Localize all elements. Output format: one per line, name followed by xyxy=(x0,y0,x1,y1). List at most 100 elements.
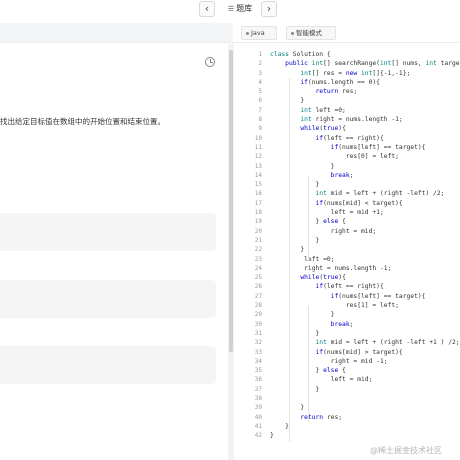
indent-guide xyxy=(289,78,290,442)
list-icon: ☰ xyxy=(227,5,235,13)
language-label: Java xyxy=(251,29,265,37)
problem-description: 找出给定目标值在数组中的开始位置和结束位置。 xyxy=(0,117,165,126)
line-number: 14 xyxy=(254,171,262,179)
line-number: 27 xyxy=(254,292,262,300)
chevron-left-icon[interactable]: ‹ xyxy=(199,1,215,17)
line-number: 33 xyxy=(254,348,262,356)
chevron-right-icon[interactable]: › xyxy=(261,1,277,17)
line-number: 30 xyxy=(254,320,262,328)
problem-bank-button[interactable]: ☰ 题库 xyxy=(222,3,258,15)
language-select[interactable]: Java xyxy=(241,26,277,40)
code-line[interactable]: if(nums[mid] > target){ xyxy=(270,348,460,357)
code-line[interactable]: right = mid; xyxy=(270,227,460,236)
problem-bank-label: 题库 xyxy=(236,4,253,13)
code-line[interactable]: } xyxy=(270,245,460,254)
line-number: 35 xyxy=(254,367,262,375)
line-number: 41 xyxy=(254,422,262,430)
code-line[interactable]: } xyxy=(270,403,460,412)
code-line[interactable]: break; xyxy=(270,320,460,329)
line-number: 2 xyxy=(258,60,262,68)
line-number: 23 xyxy=(254,255,262,263)
line-number: 9 xyxy=(258,125,262,133)
problem-panel xyxy=(0,44,228,460)
line-number: 13 xyxy=(254,162,262,170)
code-line[interactable]: int right = nums.length -1; xyxy=(270,115,460,124)
line-number: 29 xyxy=(254,311,262,319)
code-line[interactable]: int mid = left + (right -left +1 ) /2; xyxy=(270,338,460,347)
code-line[interactable]: class Solution { xyxy=(270,50,460,59)
top-nav: ‹ ☰ 题库 › xyxy=(0,0,460,20)
line-number: 17 xyxy=(254,199,262,207)
line-number: 16 xyxy=(254,190,262,198)
smart-mode-button[interactable]: 智能模式 xyxy=(286,26,336,40)
code-line[interactable]: left = mid +1; xyxy=(270,208,460,217)
code-line[interactable]: } else { xyxy=(270,217,460,226)
indent-guide xyxy=(308,306,309,422)
code-line[interactable]: } xyxy=(270,162,460,171)
code-line[interactable]: int left =0; xyxy=(270,106,460,115)
code-line[interactable]: int[] res = new int[]{-1,-1}; xyxy=(270,69,460,78)
code-line[interactable] xyxy=(270,394,460,403)
code-line[interactable]: if(left == right){ xyxy=(270,134,460,143)
code-line[interactable]: while(true){ xyxy=(270,273,460,282)
code-line[interactable]: } xyxy=(270,96,460,105)
code-editor[interactable]: 1 2 3 4 5 6 7 8 9 10 11 12 13 14 15 16 17 18 19 20 21 22 23 24 2… xyxy=(238,44,460,460)
code-line[interactable]: break; xyxy=(270,171,460,180)
example-block xyxy=(0,280,216,318)
watermark: @稀土掘金技术社区 xyxy=(370,446,442,455)
code-line[interactable]: if(nums[left] == target){ xyxy=(270,143,460,152)
bullet-icon xyxy=(246,31,249,35)
code-line[interactable]: res[0] = left; xyxy=(270,152,460,161)
code-line[interactable]: } xyxy=(270,236,460,245)
line-number: 12 xyxy=(254,153,262,161)
code-line[interactable]: left = mid; xyxy=(270,375,460,384)
line-number: 40 xyxy=(254,413,262,421)
line-number: 22 xyxy=(254,246,262,254)
description-tabs-bar xyxy=(0,23,233,43)
code-line[interactable]: if(nums[left] == target){ xyxy=(270,292,460,301)
line-number: 10 xyxy=(254,134,262,142)
line-number: 25 xyxy=(254,274,262,282)
line-number: 1 xyxy=(258,51,262,58)
code-line[interactable]: int mid = left + (right -left) /2; xyxy=(270,189,460,198)
line-number: 4 xyxy=(258,78,262,86)
code-line[interactable]: while(true){ xyxy=(270,124,460,133)
code-line[interactable]: } xyxy=(270,310,460,319)
smart-mode-label: 智能模式 xyxy=(296,29,322,37)
code-line[interactable]: if(nums[mid] < target){ xyxy=(270,199,460,208)
editor-toolbar: Java 智能模式 xyxy=(233,23,460,43)
line-number: 34 xyxy=(254,357,262,365)
line-number: 15 xyxy=(254,181,262,189)
clock-icon[interactable] xyxy=(205,57,215,67)
line-number: 39 xyxy=(254,404,262,412)
code-line[interactable]: return res; xyxy=(270,413,460,422)
example-block xyxy=(0,346,216,384)
scrollbar-thumb[interactable] xyxy=(229,50,233,352)
code-line[interactable]: public int[] searchRange(int[] nums, int… xyxy=(270,59,460,68)
code-line[interactable]: } xyxy=(270,422,460,431)
line-number-gutter: 1 2 3 4 5 6 7 8 9 10 11 12 13 14 15 16 17 18 19 20 21 22 23 24 2… xyxy=(238,50,262,440)
example-block xyxy=(0,213,216,251)
code-line[interactable]: if(nums.length == 0){ xyxy=(270,78,460,87)
code-line[interactable]: return res; xyxy=(270,87,460,96)
indent-guide xyxy=(308,176,309,260)
line-number: 38 xyxy=(254,394,262,402)
code-line[interactable]: right = nums.length -1; xyxy=(270,264,460,273)
code-area[interactable]: class Solution { public int[] searchRang… xyxy=(270,50,460,442)
line-number: 42 xyxy=(254,432,262,440)
line-number: 6 xyxy=(258,97,262,105)
code-line[interactable]: right = mid -1; xyxy=(270,357,460,366)
code-line[interactable]: if(left == right){ xyxy=(270,282,460,291)
code-line[interactable]: } xyxy=(270,431,460,440)
code-line[interactable]: } else { xyxy=(270,366,460,375)
line-number: 37 xyxy=(254,385,262,393)
code-line[interactable]: } xyxy=(270,180,460,189)
code-line[interactable]: } xyxy=(270,329,460,338)
line-number: 20 xyxy=(254,227,262,235)
line-number: 32 xyxy=(254,339,262,347)
code-line[interactable]: left =0; xyxy=(270,255,460,264)
code-line[interactable]: res[1] = left; xyxy=(270,301,460,310)
line-number: 5 xyxy=(258,88,262,96)
line-number: 8 xyxy=(258,116,262,124)
code-line[interactable]: } xyxy=(270,385,460,394)
